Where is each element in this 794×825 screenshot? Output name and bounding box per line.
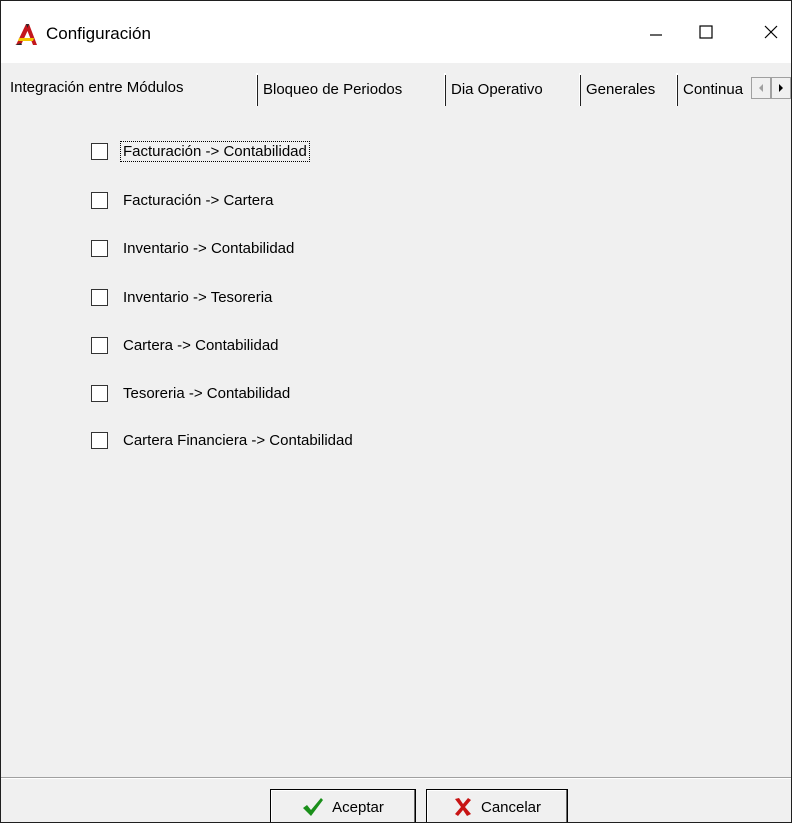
checkbox-label[interactable]: Tesoreria -> Contabilidad bbox=[120, 383, 293, 404]
checkbox[interactable] bbox=[91, 191, 108, 209]
checkbox-label[interactable]: Cartera Financiera -> Contabilidad bbox=[120, 430, 356, 451]
checkbox[interactable] bbox=[91, 336, 108, 354]
close-icon bbox=[764, 25, 778, 39]
tab-scroll-left-button[interactable] bbox=[751, 77, 771, 99]
minimize-icon bbox=[650, 34, 662, 36]
arrow-left-icon bbox=[759, 84, 763, 92]
maximize-icon bbox=[699, 25, 713, 39]
checkbox-label[interactable]: Cartera -> Contabilidad bbox=[120, 335, 282, 356]
tab-scroll-right-button[interactable] bbox=[771, 77, 791, 99]
checkbox-label[interactable]: Facturación -> Contabilidad bbox=[120, 140, 310, 162]
cancelar-label: Cancelar bbox=[480, 798, 542, 816]
aceptar-button[interactable]: Aceptar bbox=[270, 789, 416, 822]
checkbox-label[interactable]: Inventario -> Tesoreria bbox=[120, 287, 275, 308]
checkbox-row-inventario-tesoreria[interactable]: Inventario -> Tesoreria bbox=[91, 286, 275, 308]
checkbox[interactable] bbox=[91, 384, 108, 402]
checkbox-row-facturacion-cartera[interactable]: Facturación -> Cartera bbox=[91, 189, 276, 211]
tab-label: Integración entre Módulos bbox=[10, 79, 184, 96]
checkbox-row-facturacion-contabilidad[interactable]: Facturación -> Contabilidad bbox=[91, 140, 310, 162]
title-bar[interactable]: Configuración bbox=[1, 1, 791, 63]
checkbox-row-cartera-contabilidad[interactable]: Cartera -> Contabilidad bbox=[91, 334, 282, 356]
checkbox-label[interactable]: Inventario -> Contabilidad bbox=[120, 238, 297, 259]
tab-label: Generales bbox=[586, 81, 656, 98]
checkbox-row-inventario-contabilidad[interactable]: Inventario -> Contabilidad bbox=[91, 237, 297, 259]
checkbox[interactable] bbox=[91, 142, 108, 160]
checkmark-icon bbox=[303, 798, 324, 816]
x-mark-icon bbox=[454, 798, 471, 816]
tab-generales[interactable]: Generales bbox=[579, 73, 675, 106]
footer-separator-highlight bbox=[1, 778, 791, 779]
arrow-right-icon bbox=[779, 84, 783, 92]
aceptar-label: Aceptar bbox=[332, 798, 384, 816]
checkbox-row-tesoreria-contabilidad[interactable]: Tesoreria -> Contabilidad bbox=[91, 382, 293, 404]
tab-continua[interactable]: Continua bbox=[676, 73, 751, 106]
tab-label: Bloqueo de Periodos bbox=[263, 81, 403, 98]
close-button[interactable] bbox=[731, 1, 791, 63]
checkbox[interactable] bbox=[91, 239, 108, 257]
checkbox[interactable] bbox=[91, 431, 108, 449]
app-logo-icon bbox=[15, 24, 37, 45]
tab-integracion-modulos[interactable]: Integración entre Módulos bbox=[4, 65, 254, 107]
checkbox-label[interactable]: Facturación -> Cartera bbox=[120, 190, 276, 211]
tab-dia-operativo[interactable]: Dia Operativo bbox=[444, 73, 575, 106]
tab-label: Dia Operativo bbox=[451, 81, 543, 98]
cancelar-button[interactable]: Cancelar bbox=[426, 789, 568, 822]
config-window: Configuración Integración entre Módulos … bbox=[0, 0, 792, 823]
tab-label: Continua bbox=[683, 81, 744, 98]
tab-bloqueo-periodos[interactable]: Bloqueo de Periodos bbox=[256, 73, 440, 106]
checkbox[interactable] bbox=[91, 288, 108, 306]
checkbox-row-cartera-financiera-contabilidad[interactable]: Cartera Financiera -> Contabilidad bbox=[91, 429, 356, 451]
window-title: Configuración bbox=[46, 24, 151, 43]
